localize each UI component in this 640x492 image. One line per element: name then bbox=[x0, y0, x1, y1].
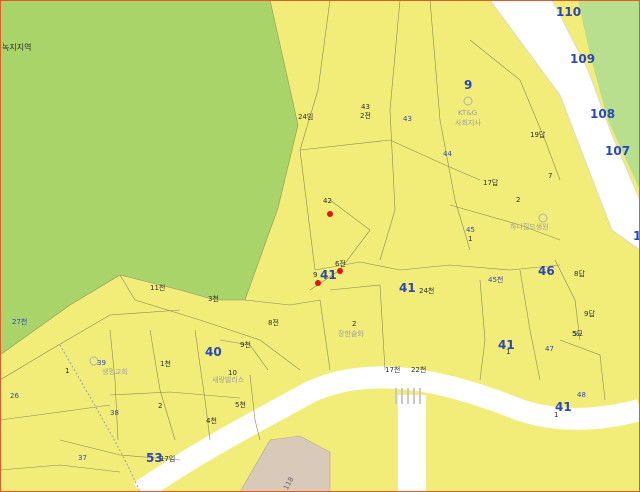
lot-label: 6전 bbox=[335, 260, 346, 268]
lot-label: 9천 bbox=[240, 341, 251, 349]
lot-label: 17천 bbox=[385, 366, 401, 374]
lot-label: 7 bbox=[548, 172, 553, 180]
lot-label: 1 bbox=[468, 235, 473, 243]
lot-label: 22천 bbox=[411, 366, 427, 374]
block-number: 46 bbox=[538, 264, 555, 278]
zone-label: 녹지지역 bbox=[2, 43, 32, 52]
lot-label: 4천 bbox=[206, 417, 217, 425]
lot-label: 5천 bbox=[235, 401, 246, 409]
parcel-number: 37 bbox=[78, 454, 87, 462]
poi-label[interactable]: KT&G bbox=[458, 110, 477, 117]
lot-label: 43 bbox=[361, 103, 370, 111]
lot-label: 2 bbox=[158, 402, 163, 410]
block-number: 40 bbox=[205, 345, 222, 359]
block-number: 41 bbox=[399, 281, 416, 295]
parcel-number: 27천 bbox=[12, 318, 28, 326]
block-number: 108 bbox=[590, 107, 616, 121]
lot-label: 3천 bbox=[208, 295, 219, 303]
lot-label: 2전 bbox=[360, 112, 371, 120]
lot-label: 2 bbox=[352, 320, 357, 328]
parcel-number: 44 bbox=[443, 150, 452, 158]
block-number: 41 bbox=[320, 268, 337, 282]
lot-label: 1 bbox=[554, 411, 559, 419]
lot-label: 24천 bbox=[419, 287, 435, 295]
road-label: 118 bbox=[282, 475, 296, 492]
parcel-number: 39 bbox=[97, 359, 106, 367]
poi-label[interactable]: 하나힐드생원 bbox=[510, 224, 549, 231]
poi-label[interactable]: 사회지사 bbox=[455, 120, 481, 127]
block-number: 1 bbox=[633, 229, 640, 243]
lot-label: 17임 bbox=[160, 455, 176, 463]
block-number: 109 bbox=[570, 52, 596, 66]
parcel-number: 47 bbox=[545, 345, 554, 353]
lot-label: 1천 bbox=[160, 360, 171, 368]
lot-label: 1 bbox=[65, 367, 70, 375]
lot-label: 9 bbox=[313, 271, 318, 279]
block-number: 110 bbox=[556, 5, 582, 19]
lot-label: 19답 bbox=[530, 131, 546, 139]
block-number: 107 bbox=[605, 144, 631, 158]
poi-label[interactable]: 새랑빌리스 bbox=[212, 377, 244, 384]
lot-label: 24임 bbox=[298, 113, 314, 121]
lot-label: 2 bbox=[516, 196, 521, 204]
lot-label: 8전 bbox=[268, 319, 279, 327]
lot-label: 8답 bbox=[574, 270, 585, 278]
lot-label: 42 bbox=[323, 197, 332, 205]
poi-label[interactable]: 생명교회 bbox=[102, 369, 128, 376]
parcel-number: 26 bbox=[10, 392, 19, 400]
lot-label: 17답 bbox=[483, 179, 499, 187]
block-number: 9 bbox=[464, 78, 473, 92]
parcel-number: 45천 bbox=[488, 276, 504, 284]
lot-label: 1 bbox=[506, 348, 511, 356]
parcel-number: 38 bbox=[110, 409, 119, 417]
lot-label: 11천 bbox=[150, 284, 166, 292]
parcel-number: 43 bbox=[403, 115, 412, 123]
lot-label: 9답 bbox=[584, 310, 595, 318]
lot-label: 5묘 bbox=[572, 330, 583, 338]
poi-label[interactable]: 장한솔화 bbox=[338, 331, 364, 338]
parcel-number: 45 bbox=[466, 226, 475, 234]
parcel-number: 48 bbox=[577, 391, 586, 399]
